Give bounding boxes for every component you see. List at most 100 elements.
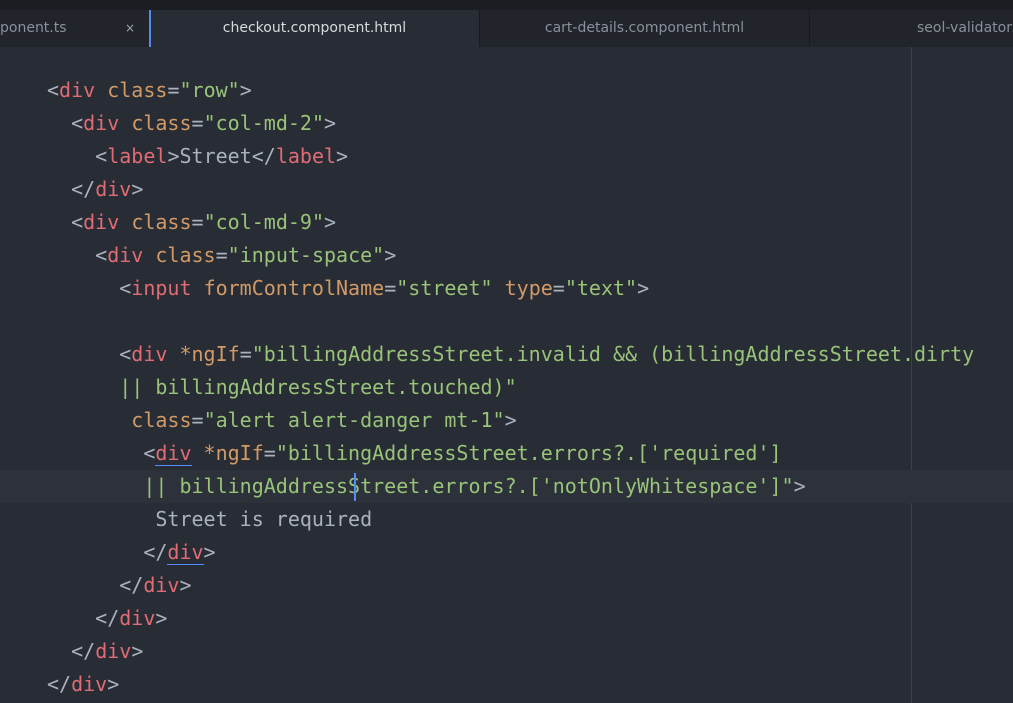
code-editor[interactable]: <div class="row"> <div class="col-md-2">… — [0, 74, 1013, 701]
token: type — [504, 276, 553, 300]
token: Street.errors?.['notOnlyWhitespace']" — [348, 474, 794, 498]
token: > — [167, 144, 180, 168]
token: "text" — [564, 276, 638, 300]
code-line: <label>Street</label> — [0, 140, 1013, 173]
tab-label: cart-details.component.html — [544, 20, 745, 36]
code-line: </div> — [0, 635, 1013, 668]
token: < — [71, 210, 84, 234]
token: "alert alert-danger mt-1" — [203, 408, 505, 432]
code-line: class="alert alert-danger mt-1"> — [0, 404, 1013, 437]
token: < — [71, 111, 84, 135]
token: = — [167, 78, 180, 102]
tab-seol-validators[interactable]: seol-validators — [810, 10, 1013, 47]
tab-bar: ponent.ts × checkout.component.html cart… — [0, 10, 1013, 47]
token: > — [324, 111, 337, 135]
token: = — [191, 210, 204, 234]
token: > — [179, 573, 192, 597]
token: = — [215, 243, 228, 267]
token: </ — [47, 672, 72, 696]
token: class — [131, 111, 192, 135]
token: </ — [143, 540, 168, 564]
token: > — [324, 210, 337, 234]
token: div — [131, 342, 168, 366]
token: > — [637, 276, 650, 300]
title-strip — [0, 0, 1013, 10]
token: class — [107, 78, 168, 102]
tab-cart-details-component-html[interactable]: cart-details.component.html — [480, 10, 810, 47]
token: > — [239, 78, 252, 102]
token: > — [155, 606, 168, 630]
token: label — [107, 144, 168, 168]
token: "input-space" — [227, 243, 385, 267]
token: class — [155, 243, 216, 267]
token: || billingAddressStreet.touched)" — [119, 375, 517, 399]
token: div — [107, 243, 144, 267]
code-line: </div> — [0, 668, 1013, 701]
code-line: Street is required — [0, 503, 1013, 536]
token: </ — [119, 573, 144, 597]
token: label — [275, 144, 337, 168]
code-line: </div> — [0, 602, 1013, 635]
token: < — [95, 144, 108, 168]
token: = — [263, 441, 276, 465]
token: </ — [251, 144, 276, 168]
tab-component-ts[interactable]: ponent.ts × — [0, 10, 150, 47]
tab-label: ponent.ts — [0, 20, 67, 36]
token: div — [143, 573, 180, 597]
token: < — [143, 441, 156, 465]
token: || billingAddress — [143, 474, 349, 498]
token: > — [107, 672, 120, 696]
token: </ — [95, 606, 120, 630]
token: = — [191, 408, 204, 432]
text-cursor — [354, 473, 356, 501]
token: > — [131, 639, 144, 663]
token: < — [119, 276, 132, 300]
token: div — [95, 177, 132, 201]
token: *ngIf — [203, 441, 264, 465]
code-line: </div> — [0, 536, 1013, 569]
tab-checkout-component-html[interactable]: checkout.component.html — [150, 10, 480, 47]
token: Street is required — [155, 507, 373, 531]
token: </ — [71, 639, 96, 663]
code-line: <div class="col-md-2"> — [0, 107, 1013, 140]
active-tab-indicator — [149, 10, 151, 47]
matched-tag: div — [167, 540, 204, 565]
token: > — [384, 243, 397, 267]
token: div — [83, 210, 120, 234]
token: "col-md-9" — [203, 210, 324, 234]
token: formControlName — [203, 276, 385, 300]
token: "billingAddressStreet.invalid && (billin… — [251, 342, 975, 366]
code-line: <input formControlName="street" type="te… — [0, 272, 1013, 305]
token: "col-md-2" — [203, 111, 324, 135]
code-line: <div class="input-space"> — [0, 239, 1013, 272]
token: > — [793, 474, 806, 498]
token: class — [131, 210, 192, 234]
token: = — [239, 342, 252, 366]
token: = — [552, 276, 565, 300]
token: div — [59, 78, 96, 102]
matched-tag: div — [155, 441, 192, 466]
token: < — [95, 243, 108, 267]
token: > — [504, 408, 517, 432]
code-line: </div> — [0, 569, 1013, 602]
tab-label: seol-validators — [917, 20, 1013, 36]
token: "street" — [396, 276, 493, 300]
token: div — [95, 639, 132, 663]
token: > — [336, 144, 349, 168]
close-icon[interactable]: × — [125, 10, 135, 47]
code-line: || billingAddressStreet.touched)" — [0, 371, 1013, 404]
code-line: <div class="col-md-9"> — [0, 206, 1013, 239]
token: div — [119, 606, 156, 630]
token: < — [119, 342, 132, 366]
token: = — [384, 276, 397, 300]
code-line: <div *ngIf="billingAddressStreet.invalid… — [0, 338, 1013, 371]
token: "billingAddressStreet.errors?.['required… — [275, 441, 782, 465]
token: "row" — [179, 78, 240, 102]
code-line: <div class="row"> — [0, 74, 1013, 107]
token: div — [71, 672, 108, 696]
token: div — [83, 111, 120, 135]
token: input — [131, 276, 192, 300]
token: </ — [71, 177, 96, 201]
code-line: </div> — [0, 173, 1013, 206]
